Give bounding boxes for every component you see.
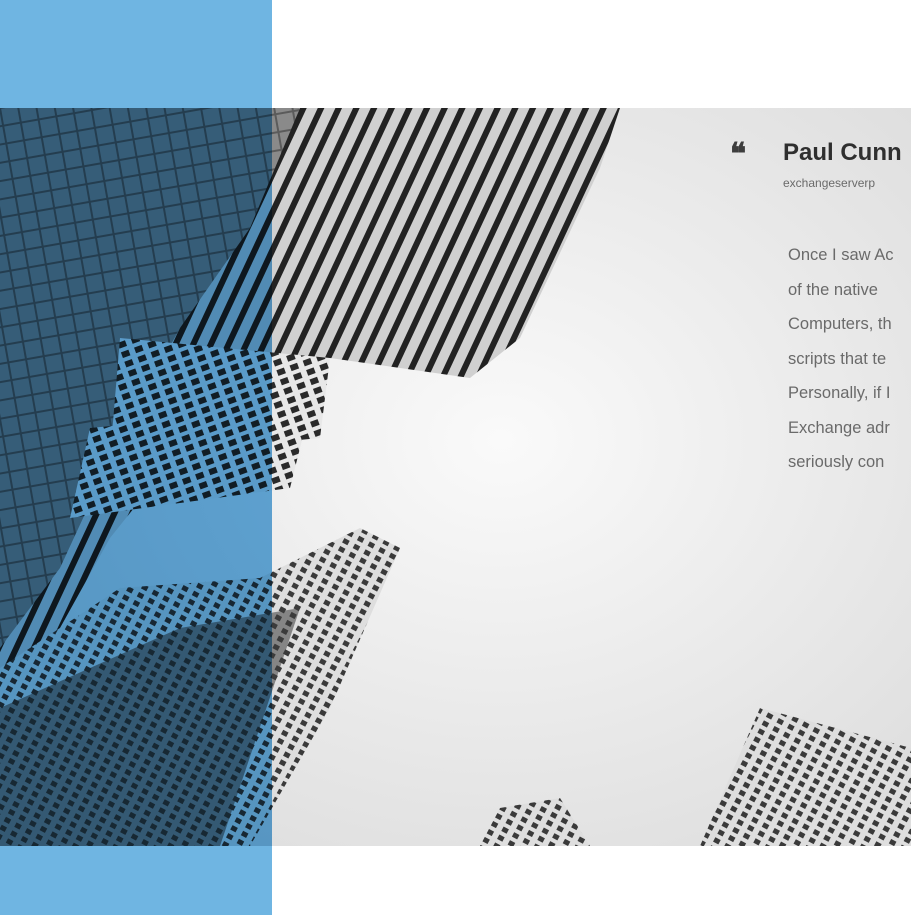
- testimonial-quote: Once I saw Ac of the native Computers, t…: [788, 238, 911, 480]
- testimonial-author: Paul Cunn: [783, 139, 902, 166]
- testimonial-source: exchangeserverp: [783, 176, 876, 190]
- quote-line: Exchange adr: [788, 418, 890, 437]
- quote-line: seriously con: [788, 453, 885, 471]
- quote-icon: ❝: [730, 137, 747, 172]
- quote-line: of the native: [788, 280, 878, 299]
- quote-line: scripts that te: [788, 349, 887, 368]
- quote-line: Personally, if I: [788, 384, 891, 402]
- quote-line: Computers, th: [788, 315, 892, 333]
- skyscraper-photo: [0, 108, 911, 846]
- quote-line: Once I saw Ac: [788, 246, 894, 264]
- blue-tint-overlay: [0, 108, 272, 846]
